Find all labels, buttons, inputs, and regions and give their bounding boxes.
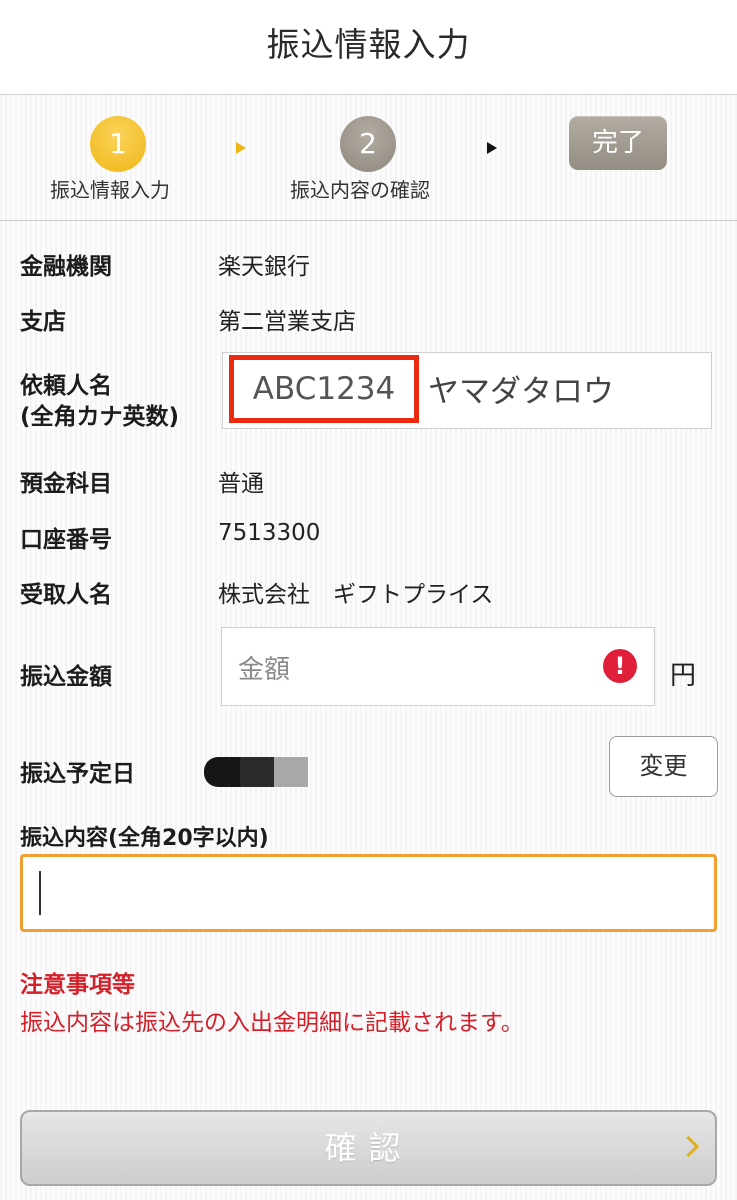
requester-sublabel: (全角カナ英数) <box>20 404 180 430</box>
step-3-done: 完了 <box>569 116 667 170</box>
account-number-value: 7513300 <box>218 520 321 546</box>
step-2-label: 振込内容の確認 <box>290 178 430 202</box>
exclamation-icon: ! <box>603 649 637 683</box>
page-title: 振込情報入力 <box>266 25 471 64</box>
requester-label: 依頼人名 <box>20 373 112 399</box>
amount-placeholder: 金額 <box>238 655 291 685</box>
step-arrow-icon <box>487 142 497 154</box>
step-1-circle: 1 <box>90 116 146 172</box>
transfer-date-redacted <box>204 757 308 787</box>
amount-input[interactable]: 金額 ! <box>221 627 655 706</box>
step-arrow-icon <box>236 142 246 154</box>
notes-text: 振込内容は振込先の入出金明細に記載されます。 <box>20 1010 524 1036</box>
yen-unit: 円 <box>670 661 697 691</box>
memo-label: 振込内容(全角20字以内) <box>20 826 269 851</box>
account-type-value: 普通 <box>218 471 264 497</box>
account-type-label: 預金科目 <box>20 471 112 497</box>
confirm-button[interactable]: 確認 <box>20 1110 717 1186</box>
bank-value: 楽天銀行 <box>218 254 310 280</box>
step-2-circle: 2 <box>340 116 396 172</box>
branch-value: 第二営業支店 <box>218 309 356 335</box>
transfer-date-label: 振込予定日 <box>20 761 135 787</box>
text-caret <box>39 871 41 915</box>
notes-title: 注意事項等 <box>20 972 135 998</box>
branch-label: 支店 <box>20 309 66 335</box>
requester-name-field[interactable]: ABC1234 ヤマダタロウ <box>222 352 712 429</box>
account-number-label: 口座番号 <box>20 527 112 553</box>
requester-id-highlight: ABC1234 <box>229 355 419 423</box>
header-bar: 振込情報入力 <box>0 0 737 95</box>
change-date-button[interactable]: 変更 <box>609 736 718 797</box>
recipient-label: 受取人名 <box>20 582 112 608</box>
divider <box>0 220 737 221</box>
recipient-value: 株式会社 ギフトプライス <box>218 582 494 608</box>
step-1-label: 振込情報入力 <box>50 178 170 202</box>
memo-input[interactable] <box>20 854 717 932</box>
amount-label: 振込金額 <box>20 664 112 690</box>
requester-name-text: ヤマダタロウ <box>428 374 614 410</box>
confirm-label: 確認 <box>324 1129 413 1167</box>
bank-label: 金融機関 <box>20 254 112 280</box>
